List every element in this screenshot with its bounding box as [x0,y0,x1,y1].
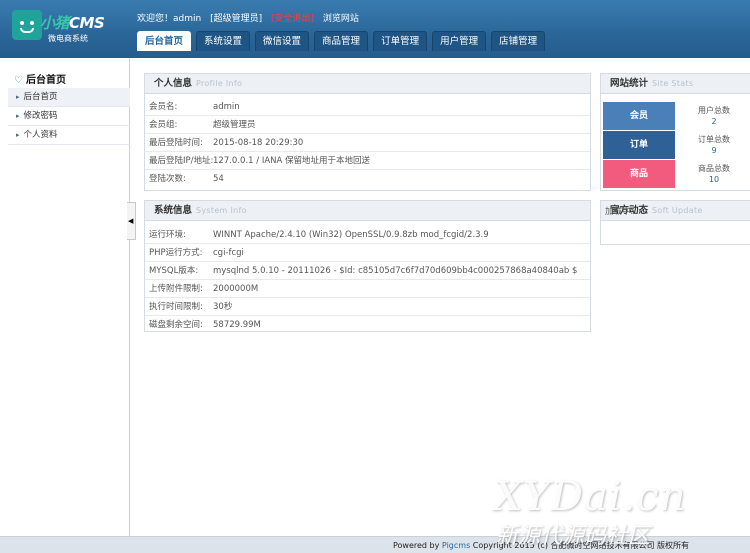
tab-user-management[interactable]: 用户管理 [432,31,487,51]
stat-row-products: 商品 商品总数 10 [601,160,750,189]
official-updates-panel: 官方动态 Soft Update 加载中... [600,200,750,245]
info-row: MYSQL版本: mysqlnd 5.0.10 - 20111026 - $Id:… [145,262,590,280]
arrow-right-icon: ▸ [16,112,20,120]
triangle-left-icon: ◀ [128,217,134,225]
sidebar-item-home[interactable]: ▸ 后台首页 [8,88,130,107]
stat-members-info: 用户总数 2 [698,106,730,126]
info-row: 会员组: 超级管理员 [145,116,590,134]
tab-order-management[interactable]: 订单管理 [373,31,428,51]
pigcms-link[interactable]: Pigcms [442,541,470,550]
info-row: 执行时间限制: 30秒 [145,298,590,316]
arrow-right-icon: ▸ [16,131,20,139]
logo[interactable]: 小猪CMS 微电商系统 [10,8,110,46]
stat-products-info: 商品总数 10 [698,164,730,184]
loading-text: 加载中... [605,207,639,217]
info-row: 会员名: admin [145,98,590,116]
info-row: 最后登陆IP/地址: 127.0.0.1 / IANA 保留地址用于本地回送 [145,152,590,170]
panel-heading: 网站统计 Site Stats [601,74,750,94]
main-nav-tabs: 后台首页 系统设置 微信设置 商品管理 订单管理 用户管理 店铺管理 [137,31,550,51]
stat-row-orders: 订单 订单总数 9 [601,131,750,160]
sidebar-item-change-password[interactable]: ▸ 修改密码 [8,107,130,126]
logo-subtitle: 微电商系统 [48,34,88,43]
sidebar: ♡ 后台首页 ▸ 后台首页 ▸ 修改密码 ▸ 个人资料 [0,58,130,536]
top-links: 欢迎您！admin [超级管理员] [安全退出] 浏览网站 [137,11,365,24]
logo-title: 小猪CMS [40,14,105,32]
arrow-right-icon: ▸ [16,93,20,101]
info-row: 上传附件限制: 2000000M [145,280,590,298]
tab-store-management[interactable]: 店铺管理 [491,31,546,51]
tab-wechat-settings[interactable]: 微信设置 [255,31,310,51]
header-bar: 小猪CMS 微电商系统 欢迎您！admin [超级管理员] [安全退出] 浏览网… [0,0,750,58]
logo-mouth [20,28,34,33]
logout-link[interactable]: [安全退出] [271,14,314,24]
heart-icon: ♡ [14,75,23,86]
stat-orders-label[interactable]: 订单 [603,131,675,159]
info-row: 运行环境: WINNT Apache/2.4.10 (Win32) OpenSSL… [145,226,590,244]
system-info-panel: 系统信息 System Info 运行环境: WINNT Apache/2.4.10… [144,200,591,332]
footer: Powered by Pigcms Copyright 2015 (c) 合肥微… [0,536,750,553]
pig-logo-icon [12,10,42,40]
stat-orders-info: 订单总数 9 [698,135,730,155]
stat-products-label[interactable]: 商品 [603,160,675,188]
sidebar-collapse-button[interactable]: ◀ [127,202,136,240]
watermark-big-text: XYDai.cn [494,474,687,520]
tab-home[interactable]: 后台首页 [137,31,192,51]
info-row: 登陆次数: 54 [149,174,224,184]
site-stats-panel: 网站统计 Site Stats 会员 用户总数 2 订单 订单总数 9 商品 商品总数… [600,73,750,191]
stat-row-members: 会员 用户总数 2 [601,102,750,131]
panel-heading: 个人信息 Profile Info [145,74,590,94]
browse-site-link[interactable]: 浏览网站 [323,14,359,24]
info-row: 磁盘剩余空间: 58729.99M [149,320,261,330]
sidebar-item-profile[interactable]: ▸ 个人资料 [8,126,130,145]
logo-eye-right [30,21,34,25]
info-row: 最后登陆时间: 2015-08-18 20:29:30 [145,134,590,152]
info-row: PHP运行方式: cgi-fcgi [145,244,590,262]
tab-system-settings[interactable]: 系统设置 [196,31,251,51]
tab-product-management[interactable]: 商品管理 [314,31,369,51]
logo-eye-left [20,21,24,25]
panel-heading: 系统信息 System Info [145,201,590,221]
watermark: XYDai.cn 新源代源码社区 [494,474,750,549]
welcome-text: 欢迎您！admin [137,14,202,24]
sidebar-title: ♡ 后台首页 [14,75,66,86]
sidebar-menu: ▸ 后台首页 ▸ 修改密码 ▸ 个人资料 [8,88,130,145]
stat-members-label[interactable]: 会员 [603,102,675,130]
personal-info-panel: 个人信息 Profile Info 会员名: admin 会员组: 超级管理员 最后登… [144,73,591,191]
footer-copyright: Powered by Pigcms Copyright 2015 (c) 合肥微… [393,541,690,550]
role-link[interactable]: [超级管理员] [210,14,262,24]
